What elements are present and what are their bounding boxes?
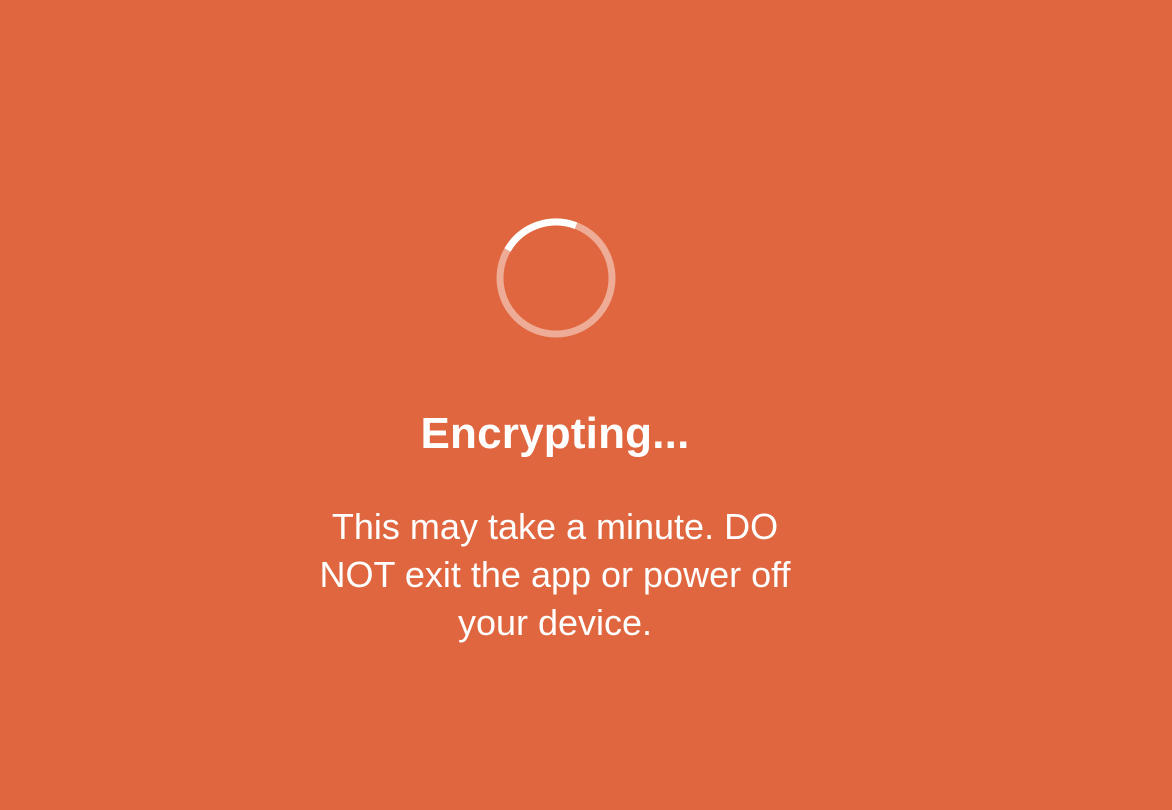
loading-spinner-icon [494,216,618,340]
status-message: This may take a minute. DO NOT exit the … [319,506,791,643]
spinner-arc [504,218,578,252]
encrypting-screen: Encrypting... This may take a minute. DO… [0,0,1172,810]
status-title: Encrypting... [420,409,690,458]
